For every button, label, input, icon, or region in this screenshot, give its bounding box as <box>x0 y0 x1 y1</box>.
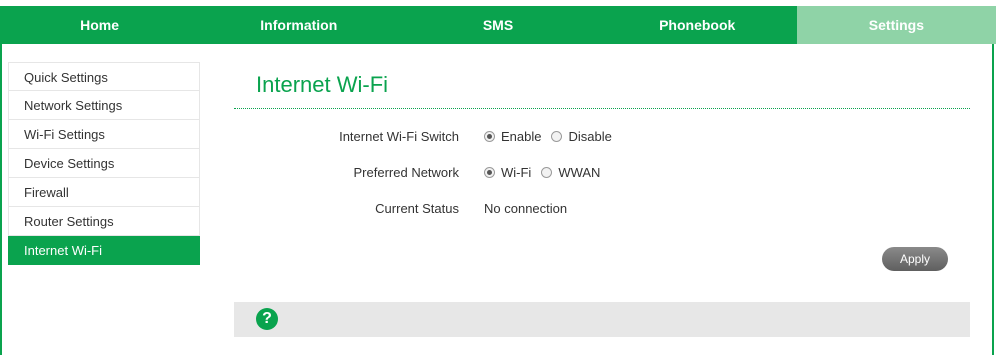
enable-radio[interactable] <box>484 131 495 142</box>
enable-option-label[interactable]: Enable <box>501 129 541 144</box>
help-bar: ? <box>234 302 970 337</box>
disable-option-label[interactable]: Disable <box>568 129 611 144</box>
title-divider <box>234 108 970 109</box>
disable-radio[interactable] <box>551 131 563 142</box>
question-mark-icon[interactable]: ? <box>256 308 278 330</box>
tab-home[interactable]: Home <box>0 6 199 44</box>
wifi-switch-row: Internet Wi-Fi Switch Enable Disable <box>0 129 996 149</box>
apply-button[interactable]: Apply <box>882 247 948 271</box>
sidebar-item-internet-wifi[interactable]: Internet Wi-Fi <box>8 236 200 265</box>
sidebar-item-network-settings[interactable]: Network Settings <box>8 91 200 120</box>
wifi-switch-control: Enable Disable <box>484 129 622 144</box>
wwan-radio[interactable] <box>541 167 553 178</box>
wwan-option-label[interactable]: WWAN <box>558 165 600 180</box>
tab-information[interactable]: Information <box>199 6 398 44</box>
tab-settings[interactable]: Settings <box>796 6 996 44</box>
sidebar-item-quick-settings[interactable]: Quick Settings <box>8 62 200 91</box>
sidebar: Quick Settings Network Settings Wi-Fi Se… <box>8 62 200 265</box>
tab-sms[interactable]: SMS <box>398 6 597 44</box>
wifi-radio[interactable] <box>484 167 495 178</box>
wifi-switch-label: Internet Wi-Fi Switch <box>339 129 459 144</box>
current-status-value: No connection <box>484 201 568 216</box>
preferred-network-label: Preferred Network <box>353 165 459 180</box>
preferred-network-control: Wi-Fi WWAN <box>484 165 610 180</box>
page-title: Internet Wi-Fi <box>256 72 389 97</box>
tab-phonebook[interactable]: Phonebook <box>598 6 797 44</box>
current-status-label: Current Status <box>375 201 459 216</box>
current-status-row: Current Status No connection <box>0 201 996 221</box>
top-nav: Home Information SMS Phonebook Settings <box>0 6 996 44</box>
wifi-option-label[interactable]: Wi-Fi <box>501 165 531 180</box>
preferred-network-row: Preferred Network Wi-Fi WWAN <box>0 165 996 185</box>
